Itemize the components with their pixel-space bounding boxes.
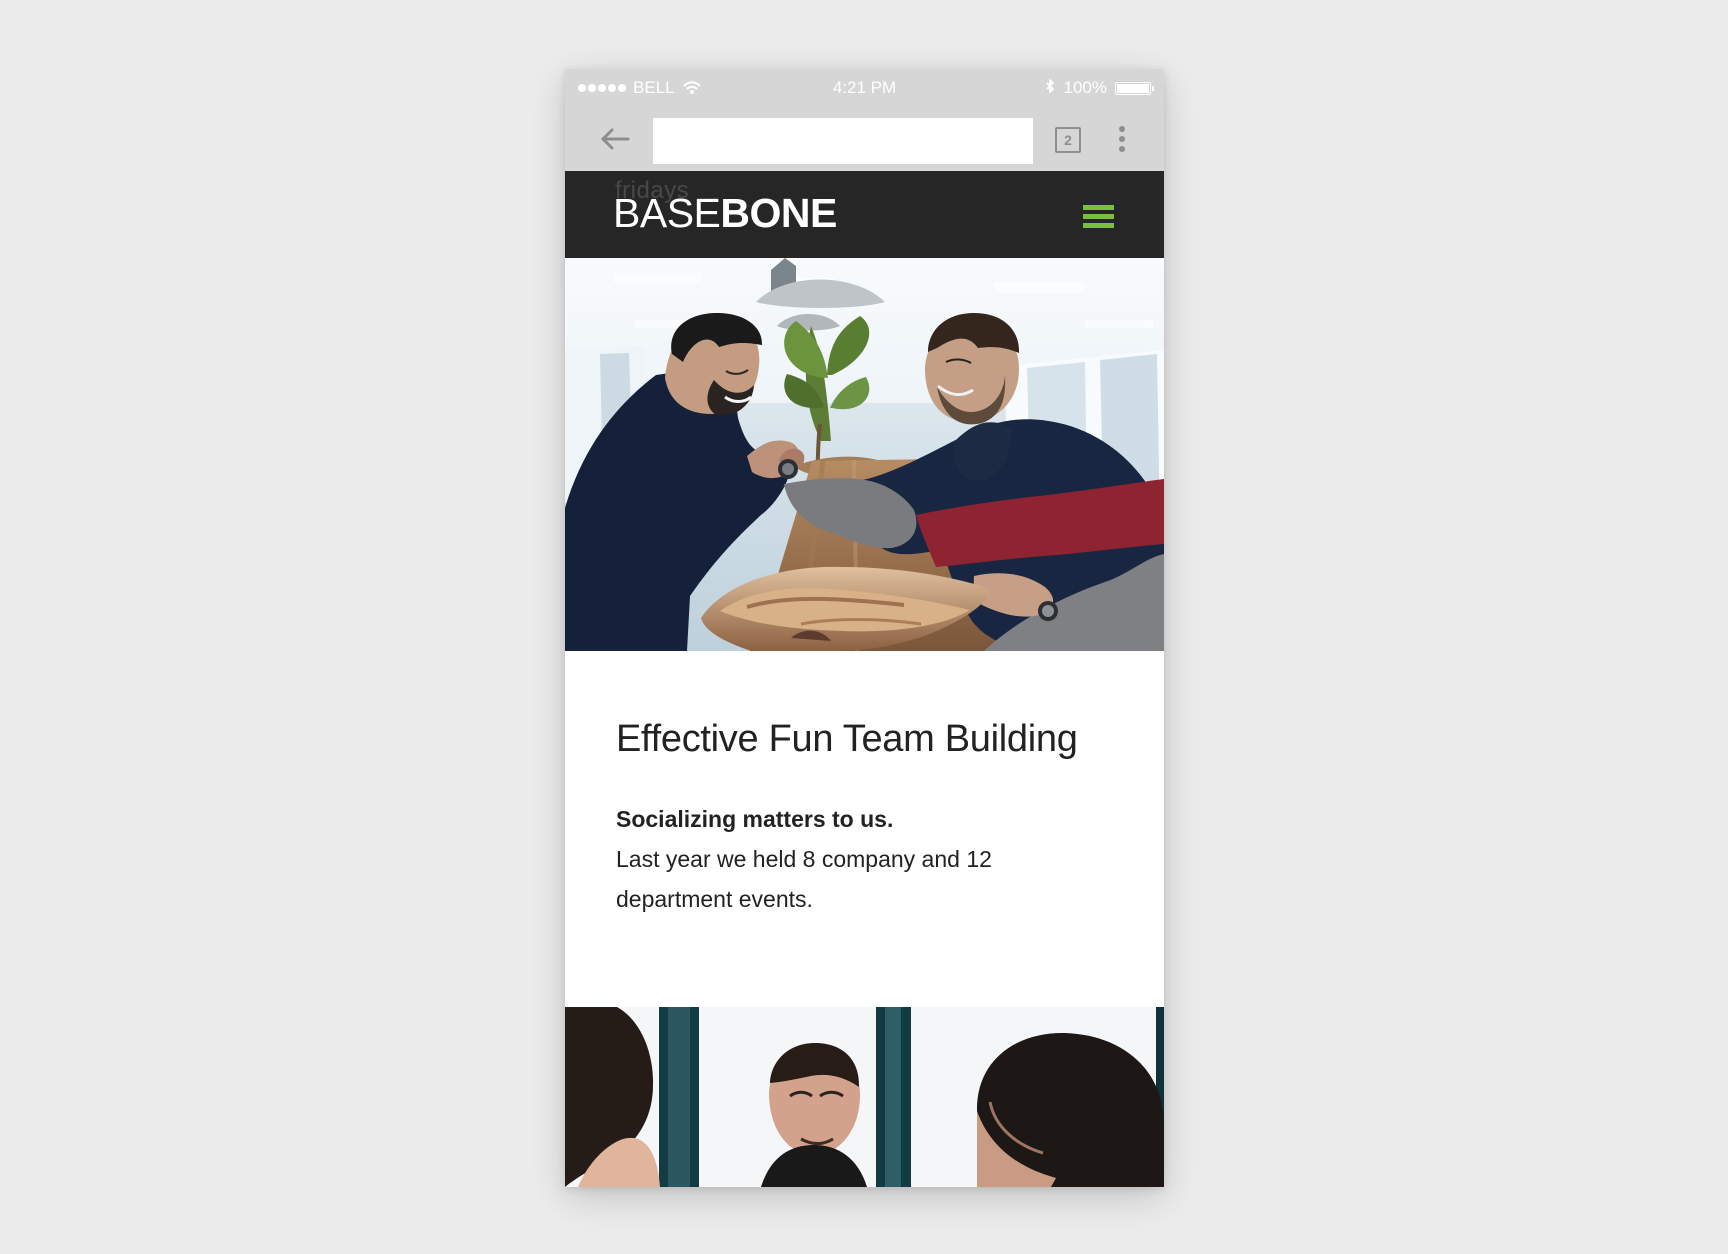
- body-strong-text: Socializing matters to us.: [616, 806, 894, 832]
- address-bar-input[interactable]: [653, 118, 1033, 164]
- hamburger-menu-icon[interactable]: [1083, 205, 1114, 229]
- battery-icon: [1115, 81, 1154, 95]
- mobile-phone-mockup: BELL 4:21 PM 100% 2 fridays BASEBONE Eff…: [565, 69, 1164, 1187]
- meeting-photo-illustration: [565, 1007, 1164, 1187]
- arm-wrestling-photo-illustration: [565, 258, 1164, 651]
- battery-level-fill: [1117, 83, 1149, 93]
- browser-toolbar: 2: [565, 107, 1164, 171]
- status-bar: BELL 4:21 PM 100%: [565, 69, 1164, 107]
- hero-photo: [565, 258, 1164, 651]
- team-meeting-photo: [565, 1007, 1164, 1187]
- status-right: 100%: [1044, 78, 1154, 98]
- logo-text-base: BASE: [613, 190, 721, 236]
- bluetooth-icon: [1045, 79, 1054, 93]
- more-vertical-icon[interactable]: [1116, 126, 1128, 156]
- battery-percentage: 100%: [1063, 78, 1107, 97]
- tabs-icon[interactable]: 2: [1055, 127, 1081, 153]
- logo-text-bone: BONE: [720, 190, 837, 236]
- site-header: fridays BASEBONE: [565, 171, 1164, 258]
- body-description-text: Last year we held 8 company and 12 depar…: [616, 846, 992, 912]
- back-arrow-icon[interactable]: [598, 125, 632, 153]
- body-copy: Socializing matters to us. Last year we …: [616, 799, 1096, 919]
- page-heading: Effective Fun Team Building: [616, 718, 1078, 760]
- team-building-content: Effective Fun Team Building Socializing …: [565, 651, 1164, 1007]
- basebone-logo[interactable]: BASEBONE: [613, 193, 837, 234]
